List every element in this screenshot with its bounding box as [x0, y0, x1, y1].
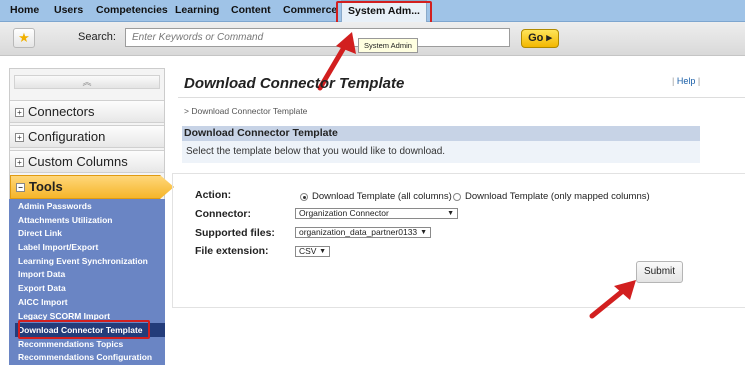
radio-mapped-columns-label: Download Template (only mapped columns) [465, 191, 650, 202]
radio-all-columns[interactable] [300, 193, 308, 201]
sidebar-item-label: Custom Columns [28, 154, 128, 169]
sidebar-item-configuration[interactable]: + Configuration [10, 125, 164, 148]
highlight-box-download-connector-template [18, 320, 150, 339]
sidebar-item-custom-columns[interactable]: + Custom Columns [10, 150, 164, 173]
tool-import-data[interactable]: Import Data [18, 267, 65, 281]
file-extension-select[interactable]: CSV ▼ [295, 246, 330, 257]
submit-button[interactable]: Submit [636, 261, 683, 283]
nav-competencies[interactable]: Competencies [96, 0, 168, 22]
supported-files-label: Supported files: [195, 227, 275, 239]
sidebar-item-label: Configuration [28, 129, 106, 144]
nav-learning[interactable]: Learning [175, 0, 219, 22]
file-extension-label: File extension: [195, 245, 269, 257]
tool-admin-passwords[interactable]: Admin Passwords [18, 199, 92, 213]
dropdown-arrow-icon: ▼ [319, 248, 326, 255]
connector-label: Connector: [195, 208, 251, 220]
red-arrow-icon [589, 280, 636, 319]
expand-plus-icon: + [15, 158, 24, 167]
go-button[interactable]: Go ▸ [521, 29, 559, 48]
breadcrumb: > Download Connector Template [184, 106, 308, 116]
favorites-star-icon[interactable]: ★ [13, 28, 35, 48]
dropdown-arrow-icon: ▼ [447, 210, 454, 217]
collapse-up-icon[interactable]: ︽ [14, 75, 160, 89]
supported-files-select[interactable]: organization_data_partner0133 ▼ [295, 227, 431, 238]
nav-commerce[interactable]: Commerce [283, 0, 337, 22]
tool-label-import-export[interactable]: Label Import/Export [18, 240, 98, 254]
action-label: Action: [195, 189, 232, 201]
nav-home[interactable]: Home [10, 0, 39, 22]
supported-files-select-value: organization_data_partner0133 [299, 227, 418, 237]
tool-export-data[interactable]: Export Data [18, 281, 66, 295]
radio-all-columns-label: Download Template (all columns) [312, 191, 452, 202]
help-link[interactable]: Help [677, 76, 696, 86]
tool-direct-link[interactable]: Direct Link [18, 226, 62, 240]
collapse-minus-icon: − [16, 183, 25, 192]
connector-select-value: Organization Connector [299, 208, 389, 218]
system-admin-tooltip: System Admin [358, 38, 418, 53]
connector-select[interactable]: Organization Connector ▼ [295, 208, 458, 219]
tool-aicc-import[interactable]: AICC Import [18, 295, 68, 309]
sidebar-item-label: Tools [29, 179, 63, 194]
sidebar-item-label: Connectors [28, 104, 95, 119]
expand-plus-icon: + [15, 108, 24, 117]
search-label: Search: [78, 31, 116, 43]
go-button-label: Go [528, 32, 544, 44]
nav-content[interactable]: Content [231, 0, 271, 22]
sidebar-item-connectors[interactable]: + Connectors [10, 100, 164, 123]
dropdown-arrow-icon: ▼ [420, 229, 427, 236]
instructions-text: Select the template below that you would… [182, 141, 700, 163]
section-header: Download Connector Template [182, 126, 700, 141]
sidebar-item-tools[interactable]: − Tools [10, 175, 174, 199]
radio-mapped-columns[interactable] [453, 193, 461, 201]
tool-recommendations-topics[interactable]: Recommendations Topics [18, 337, 123, 351]
help-link-wrap: | Help | [672, 76, 701, 86]
title-divider [178, 97, 745, 98]
page-title: Download Connector Template [184, 75, 405, 92]
tool-attachments-utilization[interactable]: Attachments Utilization [18, 213, 112, 227]
tool-recommendations-configuration[interactable]: Recommendations Configuration [18, 350, 152, 364]
expand-plus-icon: + [15, 133, 24, 142]
tool-learning-event-sync[interactable]: Learning Event Synchronization [18, 254, 148, 268]
file-extension-select-value: CSV [299, 246, 317, 256]
nav-users[interactable]: Users [54, 0, 83, 22]
